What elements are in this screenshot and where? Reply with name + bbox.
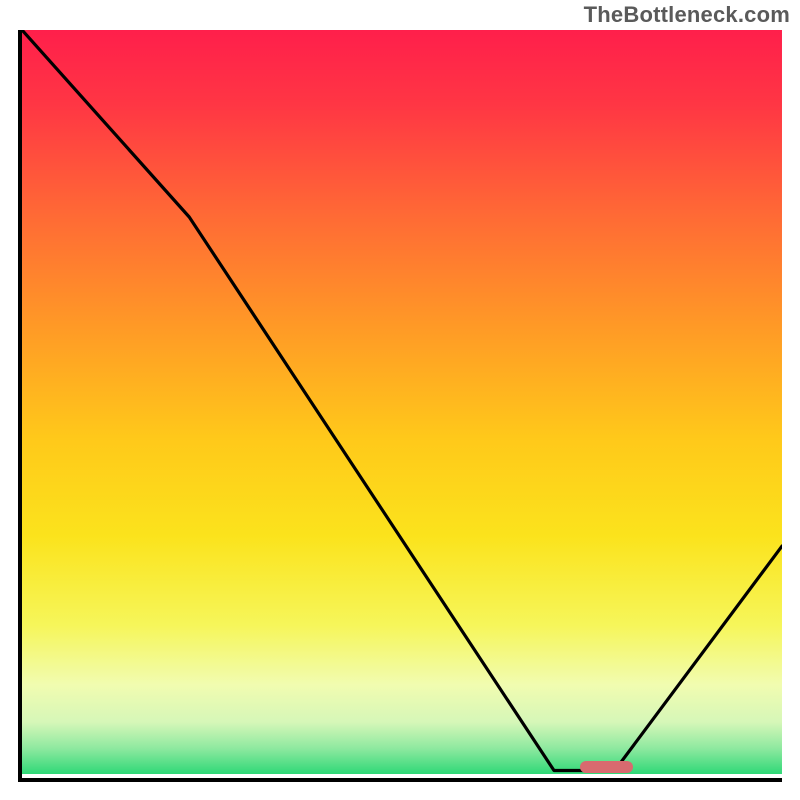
bottleneck-curve [22, 30, 782, 778]
chart-container: TheBottleneck.com [0, 0, 800, 800]
plot-area [18, 30, 782, 782]
optimum-marker [580, 761, 633, 773]
attribution-text: TheBottleneck.com [584, 2, 790, 28]
